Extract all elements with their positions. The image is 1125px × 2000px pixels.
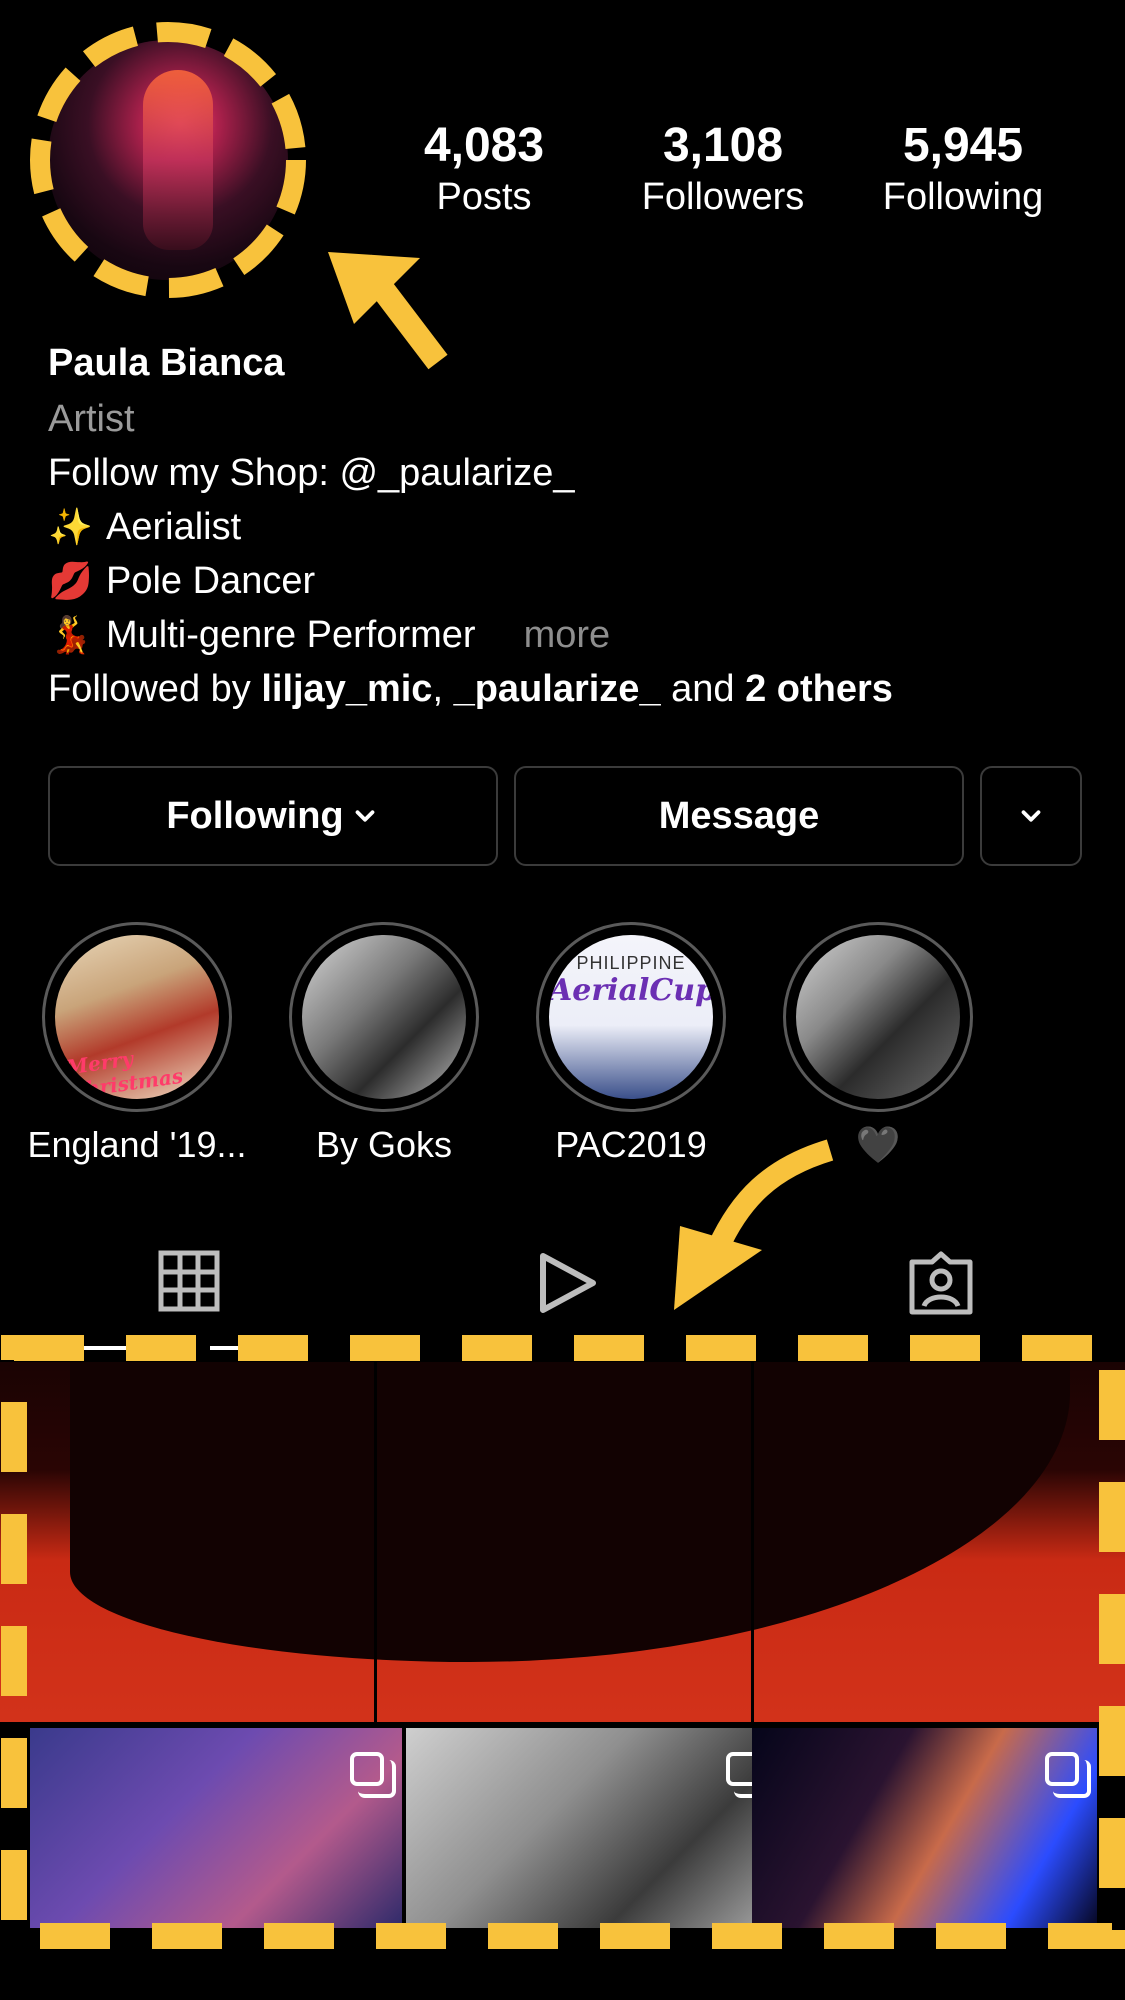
bio-shop-line[interactable]: Follow my Shop: @_paularize_ (48, 452, 575, 495)
message-button-label: Message (658, 794, 820, 837)
chevron-down-icon (355, 810, 375, 822)
highlight-by-goks-cover (302, 935, 466, 1099)
highlight-heart[interactable] (783, 922, 973, 1112)
following-count: 5,945 (902, 119, 1024, 172)
tagged-person-icon[interactable] (908, 1250, 974, 1316)
sparkles-icon: ✨ (48, 506, 93, 547)
posts-label: Posts (436, 176, 532, 218)
annotation-arrow-grid (674, 1139, 834, 1310)
followed-by-others[interactable]: 2 others (745, 668, 893, 710)
bio-item-text: Pole Dancer (106, 560, 316, 602)
suggested-dropdown-button[interactable] (980, 766, 1082, 866)
highlight-england-caption: Merry Christmas (64, 1046, 185, 1099)
followed-by-prefix: Followed by (48, 668, 262, 710)
bio-item-text: Aerialist (106, 506, 242, 548)
posts-count: 4,083 (423, 119, 545, 172)
highlight-by-goks[interactable] (289, 922, 479, 1112)
followed-by-user2[interactable]: _paularize_ (454, 668, 661, 710)
bio-item-pole-dancer: 💋 Pole Dancer (48, 560, 315, 603)
lips-icon: 💋 (48, 560, 93, 601)
profile-name: Paula Bianca (48, 342, 285, 384)
dancer-icon: 💃 (48, 614, 93, 655)
reels-play-icon[interactable] (535, 1250, 599, 1316)
followed-by-line[interactable]: Followed by liljay_mic, _paularize_ and … (48, 668, 893, 711)
following-label: Following (882, 176, 1044, 218)
annotation-dashed-rectangle (1, 1335, 1125, 1949)
followed-by-sep: , (432, 668, 454, 710)
annotation-arrow-avatar (328, 252, 448, 370)
profile-category: Artist (48, 398, 135, 440)
pac-title-line2: AerialCup (549, 973, 713, 1008)
followed-by-user1[interactable]: liljay_mic (261, 668, 432, 710)
followed-by-and: and (660, 668, 746, 710)
bio-more-link[interactable]: more (524, 614, 611, 656)
highlight-label-england: England '19... (27, 1124, 247, 1165)
highlight-pac2019[interactable]: PHILIPPINE AerialCup (536, 922, 726, 1112)
stat-posts[interactable]: 4,083 Posts (384, 118, 584, 220)
message-button[interactable]: Message (514, 766, 964, 866)
highlight-heart-cover (796, 935, 960, 1099)
bio-item-text: Multi-genre Performer (106, 614, 476, 656)
highlight-england-cover: Merry Christmas (55, 935, 219, 1099)
followers-label: Followers (641, 176, 805, 218)
highlight-england[interactable]: Merry Christmas (42, 922, 232, 1112)
grid-icon[interactable] (158, 1250, 220, 1312)
following-button-label: Following (166, 794, 344, 837)
followers-count: 3,108 (662, 119, 784, 172)
highlight-label-by-goks: By Goks (315, 1124, 453, 1165)
pac-title-line1: PHILIPPINE (576, 953, 686, 973)
stat-followers[interactable]: 3,108 Followers (623, 118, 823, 220)
annotation-dashed-circle (30, 22, 306, 298)
chevron-down-icon (1021, 810, 1041, 822)
stat-following[interactable]: 5,945 Following (863, 118, 1063, 220)
highlight-pac2019-cover: PHILIPPINE AerialCup (549, 935, 713, 1099)
bio-item-performer: 💃 Multi-genre Performer more (48, 614, 610, 657)
bio-item-aerialist: ✨ Aerialist (48, 506, 241, 549)
following-button[interactable]: Following (48, 766, 498, 866)
